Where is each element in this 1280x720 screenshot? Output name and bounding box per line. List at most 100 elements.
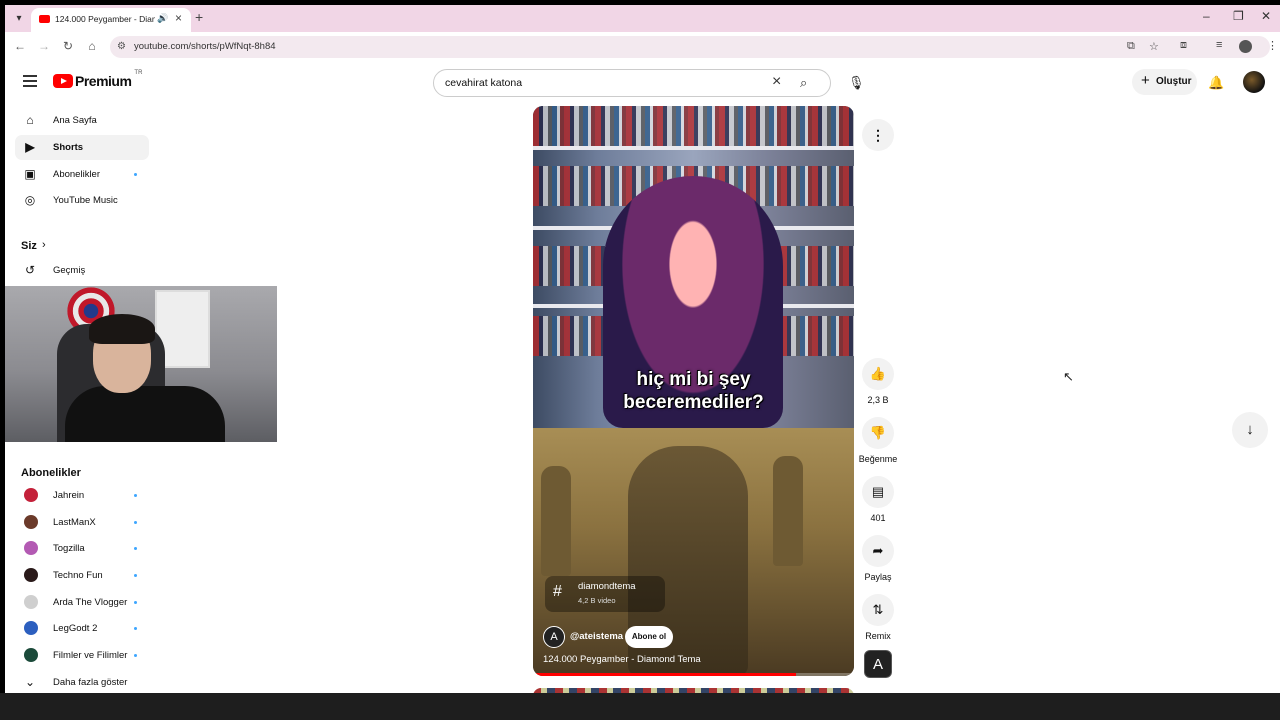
share-button[interactable]: ➦ Paylaş: [857, 535, 899, 582]
search-input[interactable]: cevahirat katona: [445, 77, 522, 89]
hashtag-icon: #: [553, 583, 562, 600]
search-box[interactable]: cevahirat katona × ⌕: [433, 69, 831, 97]
progress-bar[interactable]: [533, 673, 854, 676]
minimize-icon[interactable]: –: [1203, 9, 1210, 23]
tab-search-icon[interactable]: ▾: [11, 11, 27, 27]
new-content-dot: [134, 601, 137, 604]
sidebar-channel[interactable]: LegGodt 2: [15, 616, 149, 641]
sidebar-channel[interactable]: Techno Fun: [15, 563, 149, 588]
sidebar-item-shorts[interactable]: ▶ Shorts: [15, 135, 149, 160]
sidebar-item-subscriptions[interactable]: ▣ Abonelikler: [15, 162, 149, 187]
shorts-player[interactable]: hiç mi bi şey beceremediler? # diamondte…: [533, 106, 854, 676]
history-icon: ↺: [24, 263, 36, 277]
sidebar-item-label: YouTube Music: [53, 195, 118, 206]
subscriptions-heading: Abonelikler: [21, 467, 81, 479]
new-content-dot: [134, 494, 137, 497]
browser-window: ▾ 124.000 Peygamber - Diam 🔊 × + – ❐ ✕ ←…: [5, 5, 1280, 693]
channel-name: LegGodt 2: [53, 623, 98, 634]
sidebar-item-music[interactable]: ◎ YouTube Music: [15, 188, 149, 213]
show-more-button[interactable]: ⌄ Daha fazla göster: [15, 670, 149, 693]
channel-avatar: [24, 541, 38, 555]
sidebar-item-label: Shorts: [53, 142, 84, 153]
site-info-icon[interactable]: ⚙: [117, 41, 126, 52]
url-text: youtube.com/shorts/pWfNqt-8h84: [134, 41, 276, 52]
speaker-icon[interactable]: 🔊: [157, 13, 168, 24]
close-tab-icon[interactable]: ×: [175, 11, 182, 25]
show-more-label: Daha fazla göster: [53, 677, 128, 688]
search-icon[interactable]: ⌕: [800, 75, 807, 91]
sidebar-item-home[interactable]: ⌂ Ana Sayfa: [15, 108, 149, 133]
create-button[interactable]: + Oluştur: [1132, 69, 1197, 95]
more-options-icon[interactable]: ⋮: [862, 119, 894, 151]
subscribe-button[interactable]: Abone ol: [625, 626, 673, 648]
comments-button[interactable]: ▤ 401: [857, 476, 899, 523]
profile-icon[interactable]: [1239, 40, 1252, 53]
caption-line: beceremediler?: [623, 392, 764, 413]
address-bar[interactable]: ⚙ youtube.com/shorts/pWfNqt-8h84 ⧉ ☆: [110, 36, 1270, 58]
sidebar-item-label: Ana Sayfa: [53, 115, 97, 126]
sidebar-channel[interactable]: Togzilla: [15, 536, 149, 561]
sidebar-item-label: Abonelikler: [53, 169, 100, 180]
browser-tab[interactable]: 124.000 Peygamber - Diam 🔊 ×: [31, 8, 191, 32]
close-window-icon[interactable]: ✕: [1261, 9, 1271, 23]
channel-name: Togzilla: [53, 543, 85, 554]
next-video-arrow-icon[interactable]: ↓: [1232, 412, 1268, 448]
new-content-dot: [134, 654, 137, 657]
thumbs-up-icon: 👍: [862, 358, 894, 390]
notifications-icon[interactable]: 🔔: [1208, 75, 1224, 91]
sidebar-channel[interactable]: Jahrein: [15, 483, 149, 508]
reload-icon[interactable]: ↻: [60, 39, 76, 53]
sidebar-channel[interactable]: LastManX: [15, 510, 149, 535]
channel-avatar: [24, 488, 38, 502]
home-button-icon[interactable]: ⌂: [84, 39, 100, 53]
tab-title: 124.000 Peygamber - Diam: [55, 14, 155, 24]
webcam-overlay: [5, 286, 277, 442]
install-icon[interactable]: ⧉: [1127, 40, 1135, 53]
account-avatar[interactable]: [1243, 71, 1265, 93]
sound-source-icon[interactable]: A: [864, 650, 892, 678]
home-icon: ⌂: [26, 113, 34, 127]
you-section-title[interactable]: Siz: [21, 240, 37, 252]
channel-handle[interactable]: @ateistema: [570, 631, 623, 642]
channel-avatar: [24, 595, 38, 609]
youtube-play-icon: [53, 74, 73, 88]
like-button[interactable]: 👍 2,3 B: [857, 358, 899, 405]
comment-icon: ▤: [862, 476, 894, 508]
bookmark-star-icon[interactable]: ☆: [1149, 40, 1159, 53]
media-control-icon[interactable]: ≡: [1216, 39, 1222, 51]
guide-menu-icon[interactable]: [23, 75, 37, 90]
clear-search-icon[interactable]: ×: [772, 73, 781, 91]
dislike-button[interactable]: 👎 Beğenme: [857, 417, 899, 464]
progress-fill: [533, 673, 797, 676]
video-caption: hiç mi bi şey beceremediler?: [533, 368, 854, 414]
chevron-right-icon[interactable]: ›: [42, 239, 46, 251]
channel-avatar-icon[interactable]: A: [543, 626, 565, 648]
extensions-icon[interactable]: ⧈: [1180, 39, 1187, 52]
new-tab-icon[interactable]: +: [195, 9, 203, 25]
forward-icon[interactable]: →: [36, 39, 52, 53]
hashtag-count: 4,2 B video: [578, 596, 616, 605]
restore-icon[interactable]: ❐: [1233, 9, 1244, 23]
new-content-dot: [134, 627, 137, 630]
remix-label: Remix: [865, 631, 891, 641]
microphone-icon[interactable]: 🎙: [848, 75, 865, 91]
sidebar-channel[interactable]: Arda The Vlogger: [15, 590, 149, 615]
youtube-logo[interactable]: Premium TR: [53, 70, 143, 89]
shorts-icon: ▶: [25, 140, 35, 154]
remix-button[interactable]: ⇅ Remix: [857, 594, 899, 641]
channel-name: Techno Fun: [53, 570, 103, 581]
sidebar-channel[interactable]: Filmler ve Filimler: [15, 643, 149, 668]
music-icon: ◎: [24, 193, 36, 207]
hashtag-name: diamondtema: [578, 581, 636, 592]
streamer-body: [65, 386, 225, 442]
sidebar-item-history[interactable]: ↺ Geçmiş: [15, 258, 149, 283]
back-icon[interactable]: ←: [12, 39, 28, 53]
country-code: TR: [134, 70, 143, 76]
hashtag-chip[interactable]: # diamondtema 4,2 B video: [545, 576, 665, 612]
like-count: 2,3 B: [867, 395, 889, 405]
comment-count: 401: [870, 513, 886, 523]
browser-menu-icon[interactable]: ⋮: [1267, 39, 1278, 52]
video-title[interactable]: 124.000 Peygamber - Diamond Tema: [543, 654, 701, 665]
tab-strip: ▾ 124.000 Peygamber - Diam 🔊 × + – ❐ ✕: [5, 5, 1280, 32]
bookshelf-decoration: [533, 106, 854, 146]
